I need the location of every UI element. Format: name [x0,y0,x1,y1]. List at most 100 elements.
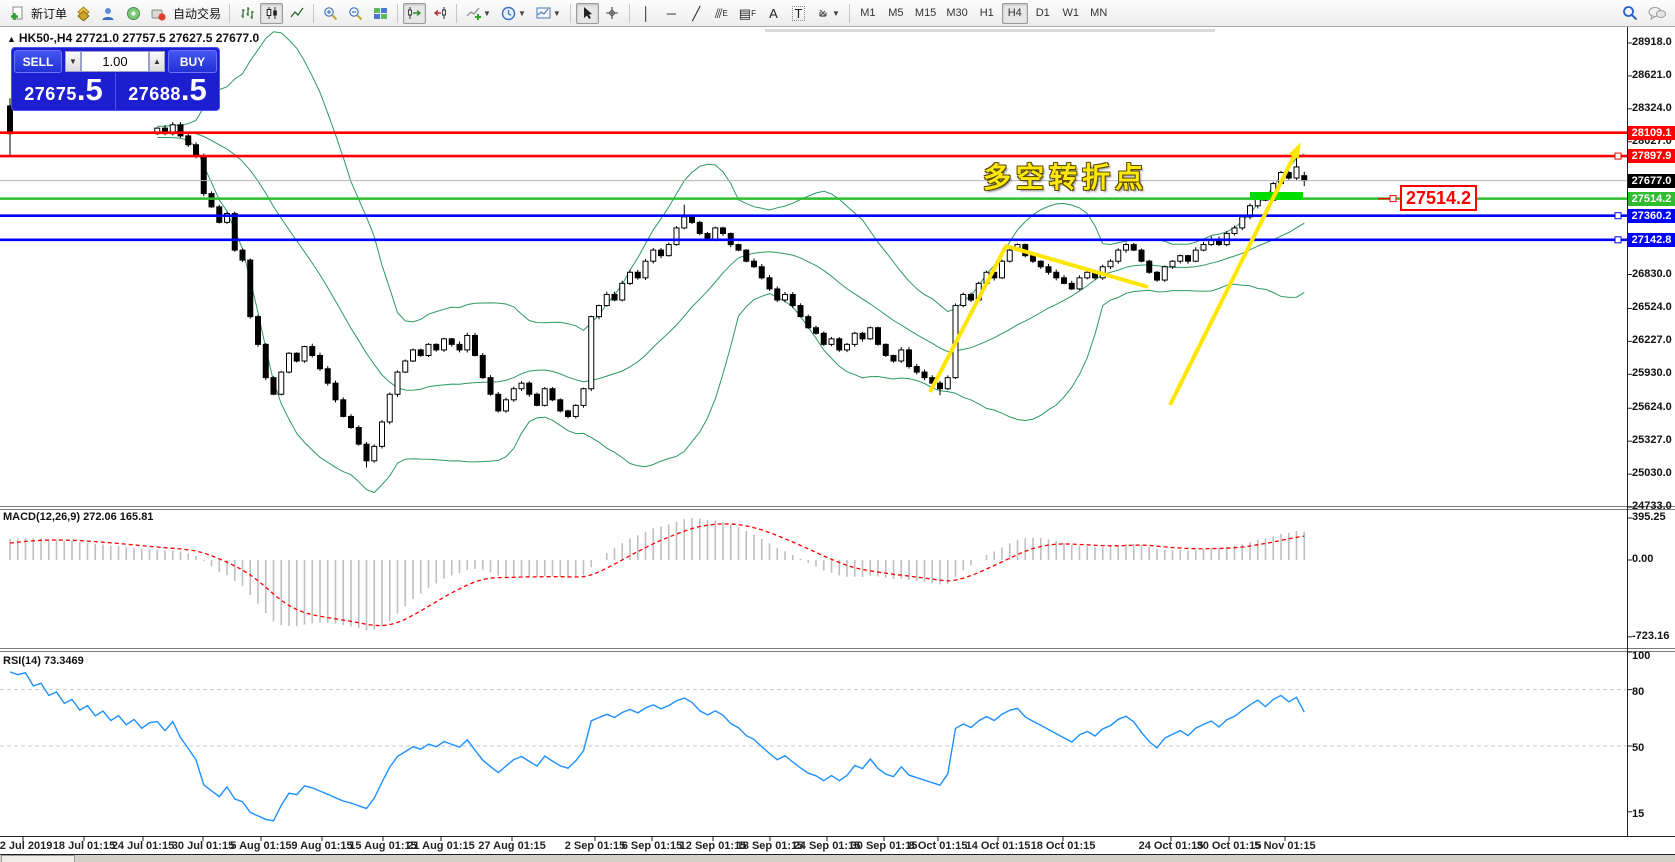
buy-price[interactable]: 27688.5 [116,73,219,110]
sell-price[interactable]: 27675.5 [12,73,116,110]
tab-timeframe-w1[interactable]: W1 [1058,3,1084,24]
one-click-trade-panel: SELL ▼ ▲ BUY 27675.5 27688.5 [11,47,220,111]
trendline-icon: ╱ [692,7,700,20]
date-axis-label: 30 Jul 01:15 [172,840,234,852]
price-axis-label: 25327.0 [1632,434,1672,446]
price-axis-label: 28324.0 [1632,102,1672,114]
date-axis-label: 30 Oct 01:15 [1197,840,1262,852]
tab-timeframe-d1[interactable]: D1 [1030,3,1056,24]
indicators-button[interactable]: ▼ [462,3,495,24]
tile-windows-icon [373,6,388,21]
text-tool[interactable]: A [762,3,785,24]
chart-tab[interactable] [1,855,75,862]
zoom-in-icon [323,6,338,21]
tab-timeframe-m1[interactable]: M1 [855,3,881,24]
vertical-line-tool[interactable]: │ [635,3,658,24]
new-order-button[interactable] [5,3,28,24]
community-button[interactable] [97,3,120,24]
date-axis-label: 27 Aug 01:15 [478,840,545,852]
date-axis-label: 6 Sep 01:15 [622,840,683,852]
buy-button[interactable]: BUY [168,50,217,73]
dropdown-arrow-icon: ▼ [553,9,561,18]
auto-scroll-icon [407,6,422,20]
bar-chart-button[interactable] [235,3,258,24]
news-icon [126,6,141,21]
fibonacci-icon: ▤ [739,7,751,20]
candlestick-chart-button[interactable] [260,3,283,24]
line-chart-icon [290,6,304,20]
date-axis-label: 18 Jul 01:15 [53,840,115,852]
bottom-strip [0,854,1675,862]
volume-input[interactable] [81,51,149,72]
chart-canvas[interactable] [0,0,1675,862]
tab-timeframe-m5[interactable]: M5 [883,3,909,24]
news-button[interactable] [122,3,145,24]
price-line-badge: 27360.2 [1628,209,1675,223]
macd-axis-label: 395.25 [1632,511,1666,523]
price-line-badge: 27142.8 [1628,233,1675,247]
tab-timeframe-mn[interactable]: MN [1086,3,1112,24]
history-button[interactable] [72,3,95,24]
tab-timeframe-m30[interactable]: M30 [942,3,971,24]
cursor-button[interactable] [576,3,599,24]
chart-scrollbar[interactable] [765,29,1215,32]
volume-decrease-button[interactable]: ▼ [65,51,81,72]
chart-shift-icon [432,6,447,20]
current-price-badge: 27677.0 [1628,174,1675,188]
horizontal-line-tool[interactable]: ─ [660,3,683,24]
auto-trading-label[interactable]: 自动交易 [173,5,221,22]
date-axis-label: 9 Aug 01:15 [291,840,352,852]
chat-icon [1648,6,1666,21]
sell-button[interactable]: SELL [14,50,62,73]
price-axis-label: 26227.0 [1632,334,1672,346]
fibonacci-tool[interactable]: ▤F [735,3,760,24]
timeframe-group: M1M5M15M30H1H4D1W1MN [854,3,1113,24]
arrows-tool[interactable]: ▼ [812,3,844,24]
macd-indicator-label: MACD(12,26,9) 272.06 165.81 [3,511,153,523]
text-tool-icon: A [769,7,778,20]
templates-button[interactable]: ▼ [532,3,565,24]
price-axis-label: 25624.0 [1632,401,1672,413]
rsi-axis-label: 80 [1632,686,1644,698]
tile-windows-button[interactable] [369,3,392,24]
ohlc-readout: 27721.0 27757.5 27627.5 27677.0 [76,31,260,45]
zoom-out-button[interactable] [344,3,367,24]
chat-button[interactable] [1644,3,1670,24]
rsi-axis-label: 15 [1632,808,1644,820]
crosshair-button[interactable] [601,3,624,24]
community-icon [101,6,116,21]
line-chart-button[interactable] [285,3,308,24]
sell-price-main: 27675 [24,84,77,105]
bar-chart-icon [240,6,254,20]
new-order-label[interactable]: 新订单 [31,5,67,22]
auto-scroll-button[interactable] [403,3,426,24]
text-label-tool[interactable]: T [787,3,810,24]
sell-price-frac: .5 [77,75,103,105]
volume-increase-button[interactable]: ▲ [149,51,165,72]
chart-annotation-text[interactable]: 多空转折点 [983,156,1148,196]
new-order-icon [9,6,24,21]
tab-timeframe-h1[interactable]: H1 [974,3,1000,24]
auto-trading-button[interactable] [147,3,170,24]
channel-tool[interactable]: ⫻E [710,3,733,24]
toolbar-separator [397,4,398,23]
symbol-name: HK50-,H4 [19,31,72,45]
toolbar-separator [629,4,630,23]
zoom-in-button[interactable] [319,3,342,24]
price-callout-label[interactable]: 27514.2 [1400,185,1477,211]
toolbar-separator [849,4,850,23]
toolbar-separator [229,4,230,23]
periods-button[interactable]: ▼ [497,3,530,24]
price-axis-label: 26524.0 [1632,301,1672,313]
tab-timeframe-m15[interactable]: M15 [911,3,940,24]
arrows-icon [816,7,830,20]
tab-timeframe-h4[interactable]: H4 [1002,3,1028,24]
search-button[interactable] [1618,3,1642,24]
date-axis-label: 24 Oct 01:15 [1139,840,1204,852]
dropdown-arrow-icon: ▼ [483,9,491,18]
chart-shift-button[interactable] [428,3,451,24]
toolbar: 新订单 自动交易 [0,0,1675,27]
candlestick-chart-icon [265,6,279,20]
date-axis-label: 2 Sep 01:15 [565,840,626,852]
trendline-tool[interactable]: ╱ [685,3,708,24]
